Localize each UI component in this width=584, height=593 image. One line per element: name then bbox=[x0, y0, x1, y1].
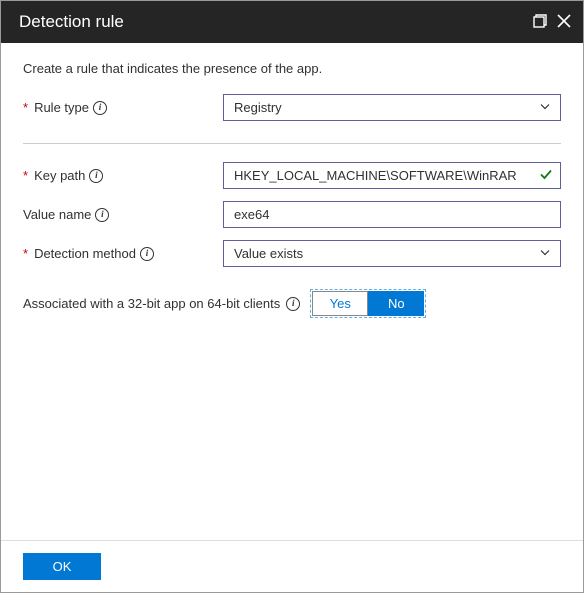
dialog-body: Create a rule that indicates the presenc… bbox=[1, 43, 583, 540]
required-marker: * bbox=[23, 168, 28, 183]
rule-type-select[interactable]: Registry bbox=[223, 94, 561, 121]
checkmark-icon bbox=[539, 167, 553, 184]
close-icon[interactable] bbox=[555, 12, 573, 33]
dialog-footer: OK bbox=[1, 540, 583, 592]
info-icon[interactable]: i bbox=[140, 247, 154, 261]
required-marker: * bbox=[23, 100, 28, 115]
detection-method-label: Detection method bbox=[34, 246, 136, 261]
info-icon[interactable]: i bbox=[286, 297, 300, 311]
detection-method-select[interactable]: Value exists bbox=[223, 240, 561, 267]
detection-method-row: * Detection method i Value exists bbox=[23, 240, 561, 267]
toggle-yes[interactable]: Yes bbox=[312, 291, 368, 316]
dialog-header: Detection rule bbox=[1, 1, 583, 43]
dialog-title: Detection rule bbox=[19, 12, 531, 32]
value-name-input[interactable] bbox=[223, 201, 561, 228]
toggle-no[interactable]: No bbox=[368, 291, 424, 316]
rule-type-row: * Rule type i Registry bbox=[23, 94, 561, 121]
required-marker: * bbox=[23, 246, 28, 261]
detection-method-value: Value exists bbox=[234, 246, 303, 261]
rule-type-value: Registry bbox=[234, 100, 282, 115]
wow64-toggle: Yes No bbox=[310, 289, 426, 318]
wow64-row: Associated with a 32-bit app on 64-bit c… bbox=[23, 289, 561, 318]
key-path-input[interactable] bbox=[223, 162, 561, 189]
intro-text: Create a rule that indicates the presenc… bbox=[23, 61, 561, 76]
ok-button[interactable]: OK bbox=[23, 553, 101, 580]
restore-icon[interactable] bbox=[531, 12, 549, 33]
wow64-label: Associated with a 32-bit app on 64-bit c… bbox=[23, 296, 280, 311]
key-path-row: * Key path i bbox=[23, 162, 561, 189]
info-icon[interactable]: i bbox=[93, 101, 107, 115]
value-name-row: Value name i bbox=[23, 201, 561, 228]
info-icon[interactable]: i bbox=[95, 208, 109, 222]
info-icon[interactable]: i bbox=[89, 169, 103, 183]
rule-type-label: Rule type bbox=[34, 100, 89, 115]
key-path-label: Key path bbox=[34, 168, 85, 183]
section-divider bbox=[23, 143, 561, 144]
value-name-label: Value name bbox=[23, 207, 91, 222]
header-actions bbox=[531, 12, 573, 33]
